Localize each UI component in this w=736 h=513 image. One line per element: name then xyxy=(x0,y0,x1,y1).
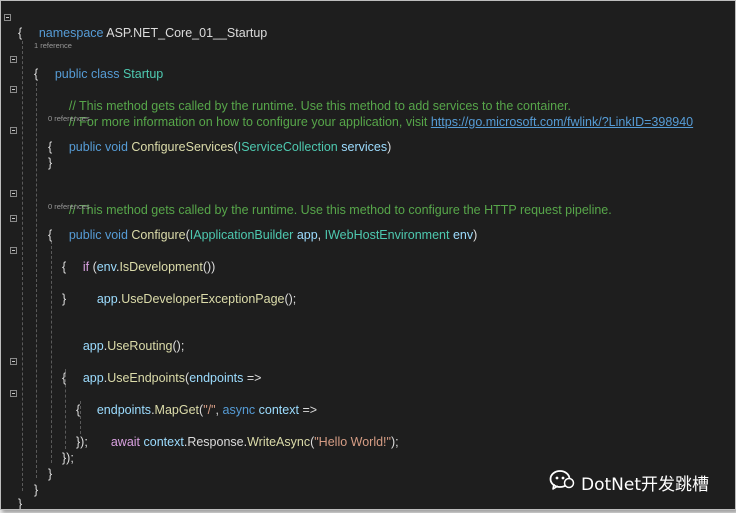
brace: } xyxy=(34,483,39,497)
brace: { xyxy=(48,228,53,242)
brace: { xyxy=(48,140,53,154)
code-line: { xyxy=(1,139,735,155)
code-line: { xyxy=(1,227,735,243)
brace: } xyxy=(18,497,23,510)
brace: { xyxy=(18,26,23,40)
brace: } xyxy=(48,467,53,481)
brace: } xyxy=(48,156,53,170)
brace: { xyxy=(34,67,39,81)
brace: } xyxy=(62,292,67,306)
wechat-official-account-icon xyxy=(549,468,575,497)
paren: (); xyxy=(172,339,185,353)
codelens-label[interactable]: 0 references xyxy=(48,202,90,211)
variable: app xyxy=(82,339,104,353)
code-area[interactable]: namespace ASP.NET_Core_01__Startup { 1 r… xyxy=(1,1,735,509)
brace: { xyxy=(76,403,81,417)
code-line: { xyxy=(1,25,735,41)
watermark-text: DotNet开发跳槽 xyxy=(581,474,709,495)
code-line: }); xyxy=(1,450,735,466)
brace: { xyxy=(62,371,67,385)
method-name: UseRouting xyxy=(107,339,173,353)
code-line: } xyxy=(1,496,735,510)
brace: }); xyxy=(76,435,88,449)
brace: { xyxy=(62,260,67,274)
watermark: DotNet开发跳槽 xyxy=(549,469,709,495)
code-line: } xyxy=(1,155,735,171)
code-line: { xyxy=(1,402,735,418)
code-editor-window: namespace ASP.NET_Core_01__Startup { 1 r… xyxy=(0,0,736,510)
code-line: { xyxy=(1,66,735,82)
code-line: { xyxy=(1,370,735,386)
code-line: { xyxy=(1,259,735,275)
codelens-label[interactable]: 1 reference xyxy=(34,41,72,50)
codelens-label[interactable]: 0 references xyxy=(48,114,90,123)
code-line: }); xyxy=(1,434,735,450)
code-line: } xyxy=(1,291,735,307)
brace: }); xyxy=(62,451,74,465)
